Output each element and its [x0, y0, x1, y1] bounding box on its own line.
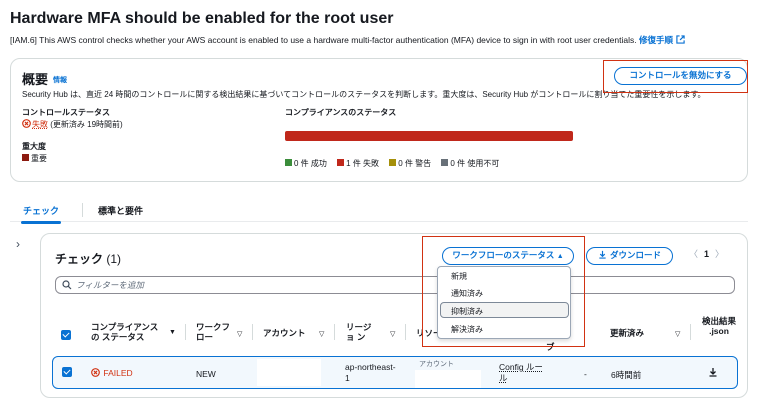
chevron-right-icon[interactable]: › — [16, 237, 20, 251]
sort-icon[interactable]: ▼ — [169, 329, 176, 336]
page-number[interactable]: 1 — [704, 249, 709, 259]
row-account-label: アカウント — [419, 361, 454, 368]
compliance-bar — [285, 131, 573, 141]
checks-panel: チェック (1) ワークフローのステータス ▲ ダウンロード 〈 1 〉 フィルター… — [40, 233, 748, 398]
row-region: ap-northeast-1 — [345, 362, 396, 383]
legend-passed: 0 件 成功 — [285, 159, 327, 168]
row-resource[interactable]: Config ルール — [499, 362, 543, 384]
critical-square-icon — [22, 154, 29, 161]
overview-heading: 概要 情報 — [22, 72, 68, 87]
failed-icon — [91, 368, 100, 377]
redacted-resource — [415, 370, 481, 388]
highlight-box — [603, 60, 748, 93]
column-workflow[interactable]: ワークフ ロー — [196, 322, 230, 342]
column-compliance[interactable]: コンプライアンスの ステータス — [91, 322, 161, 342]
column-region[interactable]: リージョ ン — [346, 322, 376, 342]
filter-input[interactable]: フィルターを追加 — [55, 276, 735, 294]
failed-square-icon — [337, 159, 345, 166]
unavailable-square-icon — [441, 159, 449, 166]
highlight-box — [422, 236, 585, 347]
control-status-label: コントロールステータス — [22, 108, 110, 117]
column-separator — [334, 324, 335, 340]
compliance-legend: 0 件 成功 1 件 失敗 0 件 警告 0 件 使用不可 — [285, 158, 507, 169]
column-updated[interactable]: 更新済み — [610, 328, 644, 338]
tab-bar: チェック 標準と要件 — [10, 200, 748, 224]
legend-warning: 0 件 警告 — [389, 159, 431, 168]
control-status-value: 失敗 (更新済み 19時間前) — [22, 119, 123, 130]
sort-icon[interactable]: ▽ — [390, 330, 395, 338]
severity-label: 重大度 — [22, 142, 46, 151]
tab-standards[interactable]: 標準と要件 — [98, 204, 143, 217]
select-all-checkbox[interactable] — [61, 330, 71, 340]
row-workflow: NEW — [196, 369, 216, 379]
column-separator — [690, 324, 691, 340]
tab-divider — [82, 203, 83, 217]
column-separator — [185, 324, 186, 340]
row-compliance-status: FAILED — [91, 368, 133, 378]
download-button[interactable]: ダウンロード — [586, 247, 673, 265]
column-finding-json[interactable]: 検出結果 .json — [699, 316, 739, 336]
description-text: [IAM.6] This AWS control checks whether … — [10, 35, 637, 45]
row-updated: 6時間前 — [611, 370, 642, 380]
external-link-icon — [676, 35, 685, 44]
redacted-account — [257, 359, 321, 386]
remediation-link[interactable]: 修復手順 — [639, 35, 685, 45]
sort-icon[interactable]: ▽ — [237, 330, 242, 338]
tab-checks[interactable]: チェック — [20, 204, 62, 224]
control-status-failed[interactable]: 失敗 — [32, 120, 48, 129]
sort-icon[interactable]: ▽ — [319, 330, 324, 338]
row-checkbox[interactable] — [62, 367, 72, 377]
compliance-status-label: コンプライアンスのステータス — [285, 108, 397, 117]
severity-value: 重要 — [22, 153, 47, 164]
download-json-icon[interactable] — [708, 367, 718, 377]
sort-icon[interactable]: ▽ — [675, 330, 680, 338]
download-icon — [599, 250, 606, 259]
checks-title: チェック (1) — [55, 252, 122, 266]
failed-icon — [22, 119, 31, 128]
legend-failed: 1 件 失敗 — [337, 159, 379, 168]
page-title: Hardware MFA should be enabled for the r… — [10, 10, 394, 27]
row-dash: - — [584, 369, 587, 379]
prev-page-icon[interactable]: 〈 — [689, 249, 698, 259]
column-account[interactable]: アカウント — [263, 328, 306, 338]
passed-square-icon — [285, 159, 292, 166]
next-page-icon[interactable]: 〉 — [715, 249, 724, 259]
table-row[interactable]: FAILED NEW ap-northeast-1 アカウント Config ル… — [52, 356, 738, 389]
column-separator — [252, 324, 253, 340]
pagination: 〈 1 〉 — [689, 247, 724, 260]
column-separator — [405, 324, 406, 340]
page-description: [IAM.6] This AWS control checks whether … — [10, 34, 685, 46]
info-link[interactable]: 情報 — [53, 77, 67, 84]
legend-unavailable: 0 件 使用不可 — [441, 159, 499, 168]
warning-square-icon — [389, 159, 397, 166]
search-icon — [62, 280, 72, 290]
